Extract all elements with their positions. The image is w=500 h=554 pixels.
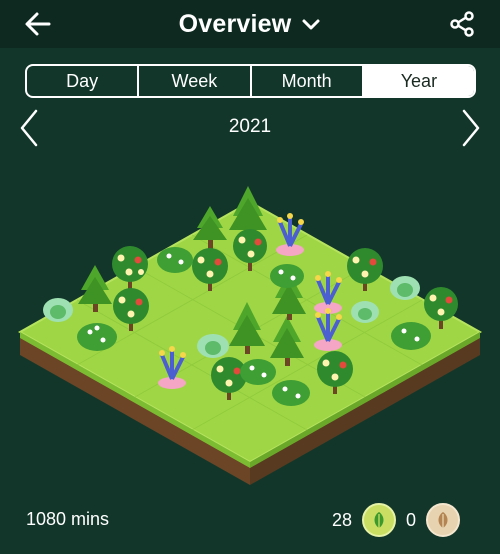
tab-year[interactable]: Year (363, 66, 474, 96)
dead-leaf-icon (426, 503, 460, 537)
period-label: 2021 (228, 116, 272, 137)
chevron-down-icon (302, 19, 320, 30)
bush (157, 247, 193, 273)
tab-month[interactable]: Month (252, 66, 364, 96)
page-title: Overview (178, 9, 292, 38)
tab-day[interactable]: Day (27, 66, 140, 96)
bush (77, 323, 117, 351)
period-tabs: Day Week Month Year (25, 64, 476, 98)
cabbage-plant (197, 334, 229, 358)
chevron-right-icon (462, 109, 480, 147)
total-minutes: 1080 mins (26, 509, 110, 529)
tree-counts: 28 0 (332, 503, 460, 537)
bush (391, 322, 431, 350)
top-bar: Overview (0, 0, 500, 48)
bush (270, 264, 304, 288)
cabbage-plant (390, 276, 420, 300)
cabbage-plant (351, 301, 379, 323)
bush (240, 359, 276, 385)
share-button[interactable] (438, 0, 486, 48)
leaf-icon (361, 503, 396, 537)
withered-tree-count: 0 (405, 509, 416, 530)
cabbage-plant (43, 298, 73, 322)
bush (272, 380, 310, 406)
tab-week[interactable]: Week (139, 66, 252, 96)
overview-dropdown[interactable]: Overview (0, 0, 500, 48)
share-icon (450, 11, 474, 37)
forest-garden (17, 186, 483, 485)
next-period-button[interactable] (456, 108, 486, 148)
healthy-tree-count: 28 (331, 509, 352, 530)
